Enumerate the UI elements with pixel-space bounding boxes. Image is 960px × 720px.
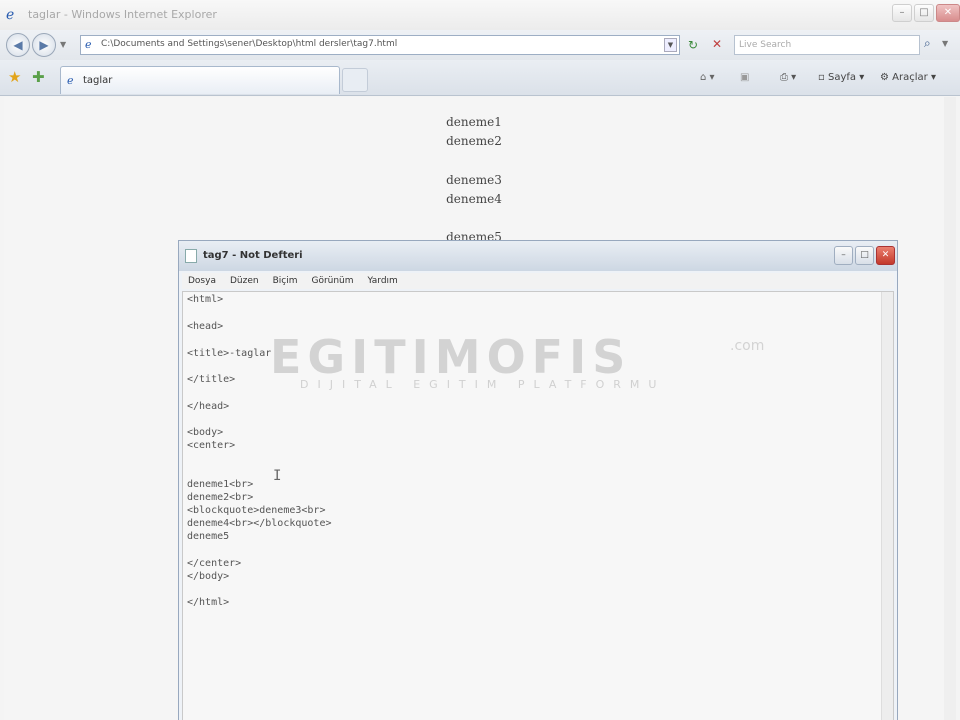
search-options-dropdown-icon[interactable]: ▼ xyxy=(942,39,948,48)
code-line: <title>-taglar xyxy=(187,348,272,359)
page-text-line: deneme2 xyxy=(446,134,502,148)
page-text-line: deneme1 xyxy=(446,115,502,129)
address-dropdown-icon[interactable]: ▼ xyxy=(664,38,677,52)
notepad-close-button[interactable]: ✕ xyxy=(876,246,895,265)
browser-titlebar: ℯ taglar - Windows Internet Explorer – □… xyxy=(0,0,960,30)
address-bar[interactable]: ℯ C:\Documents and Settings\sener\Deskto… xyxy=(80,35,680,55)
search-input[interactable]: Live Search xyxy=(734,35,920,55)
code-line: </body> xyxy=(187,571,230,582)
menu-bicim[interactable]: Biçim xyxy=(273,273,298,289)
recent-pages-dropdown-icon[interactable]: ▼ xyxy=(60,40,66,49)
notepad-minimize-button[interactable]: – xyxy=(834,246,853,265)
print-icon[interactable]: ⎙ ▾ xyxy=(780,72,796,83)
menu-dosya[interactable]: Dosya xyxy=(188,273,216,289)
browser-title: taglar - Windows Internet Explorer xyxy=(28,8,217,21)
tab-taglar[interactable]: ℯ taglar xyxy=(60,66,340,94)
tab-page-icon: ℯ xyxy=(67,74,74,87)
notepad-menubar: Dosya Düzen Biçim Görünüm Yardım xyxy=(182,273,894,289)
page-text-line: deneme3 xyxy=(446,173,502,187)
tools-menu-label: Araçlar xyxy=(892,72,928,83)
page-menu[interactable]: ▫ Sayfa ▾ xyxy=(818,72,864,83)
tab-toolbar: ★ ✚ ℯ taglar ⌂ ▾ ▣ ⎙ ▾ ▫ Sayfa ▾ ⚙ Araçl… xyxy=(0,60,960,96)
ie-logo-icon: ℯ xyxy=(6,7,15,23)
code-line: deneme4<br></blockquote> xyxy=(187,518,332,529)
favorites-star-icon[interactable]: ★ xyxy=(8,68,21,86)
add-favorites-icon[interactable]: ✚ xyxy=(32,68,45,86)
back-button[interactable]: ◀ xyxy=(6,33,30,57)
menu-gorunum[interactable]: Görünüm xyxy=(311,273,353,289)
notepad-maximize-button[interactable]: □ xyxy=(855,246,874,265)
menu-yardim[interactable]: Yardım xyxy=(368,273,398,289)
window-controls: – □ ✕ xyxy=(892,4,960,22)
feeds-icon[interactable]: ▣ xyxy=(740,72,749,83)
watermark-suffix: .com xyxy=(730,338,765,354)
refresh-icon[interactable]: ↻ xyxy=(688,38,698,52)
search-placeholder: Live Search xyxy=(739,40,792,50)
code-line: <head> xyxy=(187,321,224,332)
new-tab-button[interactable] xyxy=(342,68,368,92)
code-line: </title> xyxy=(187,374,236,385)
code-line: <body> xyxy=(187,427,224,438)
code-line: </head> xyxy=(187,401,230,412)
home-icon[interactable]: ⌂ ▾ xyxy=(700,72,715,83)
code-line: deneme1<br> xyxy=(187,479,254,490)
address-input[interactable]: C:\Documents and Settings\sener\Desktop\… xyxy=(101,39,397,49)
stop-icon[interactable]: ✕ xyxy=(712,37,722,51)
code-line: <html> xyxy=(187,294,224,305)
page-text-line: deneme4 xyxy=(446,192,502,206)
page-menu-label: Sayfa xyxy=(827,72,857,83)
code-line: </center> xyxy=(187,558,242,569)
tab-label: taglar xyxy=(83,75,113,86)
maximize-button[interactable]: □ xyxy=(914,4,934,22)
code-line: </html> xyxy=(187,597,230,608)
address-toolbar: ◀ ▶ ▼ ℯ C:\Documents and Settings\sener\… xyxy=(0,30,960,60)
tools-menu[interactable]: ⚙ Araçlar ▾ xyxy=(880,72,936,83)
code-line: <blockquote>deneme3<br> xyxy=(187,505,326,516)
watermark-logo: EGITIMOFIS xyxy=(270,330,632,384)
minimize-button[interactable]: – xyxy=(892,4,912,22)
forward-button[interactable]: ▶ xyxy=(32,33,56,57)
notepad-titlebar[interactable]: tag7 - Not Defteri – □ ✕ xyxy=(179,241,897,271)
notepad-icon xyxy=(185,249,197,263)
notepad-window-controls: – □ ✕ xyxy=(834,246,895,265)
notepad-scrollbar[interactable] xyxy=(881,292,893,720)
notepad-window: tag7 - Not Defteri – □ ✕ Dosya Düzen Biç… xyxy=(178,240,898,720)
notepad-title: tag7 - Not Defteri xyxy=(203,250,303,261)
code-line: deneme2<br> xyxy=(187,492,254,503)
page-icon: ℯ xyxy=(85,38,92,51)
code-line: <center> xyxy=(187,440,236,451)
page-scrollbar[interactable] xyxy=(944,97,956,720)
close-button[interactable]: ✕ xyxy=(936,4,960,22)
watermark-tagline: DIJITAL EGITIM PLATFORMU xyxy=(300,378,666,391)
text-cursor-icon: I xyxy=(273,468,282,484)
menu-duzen[interactable]: Düzen xyxy=(230,273,259,289)
code-line: deneme5 xyxy=(187,531,230,542)
search-icon[interactable]: ⌕ xyxy=(924,36,931,51)
